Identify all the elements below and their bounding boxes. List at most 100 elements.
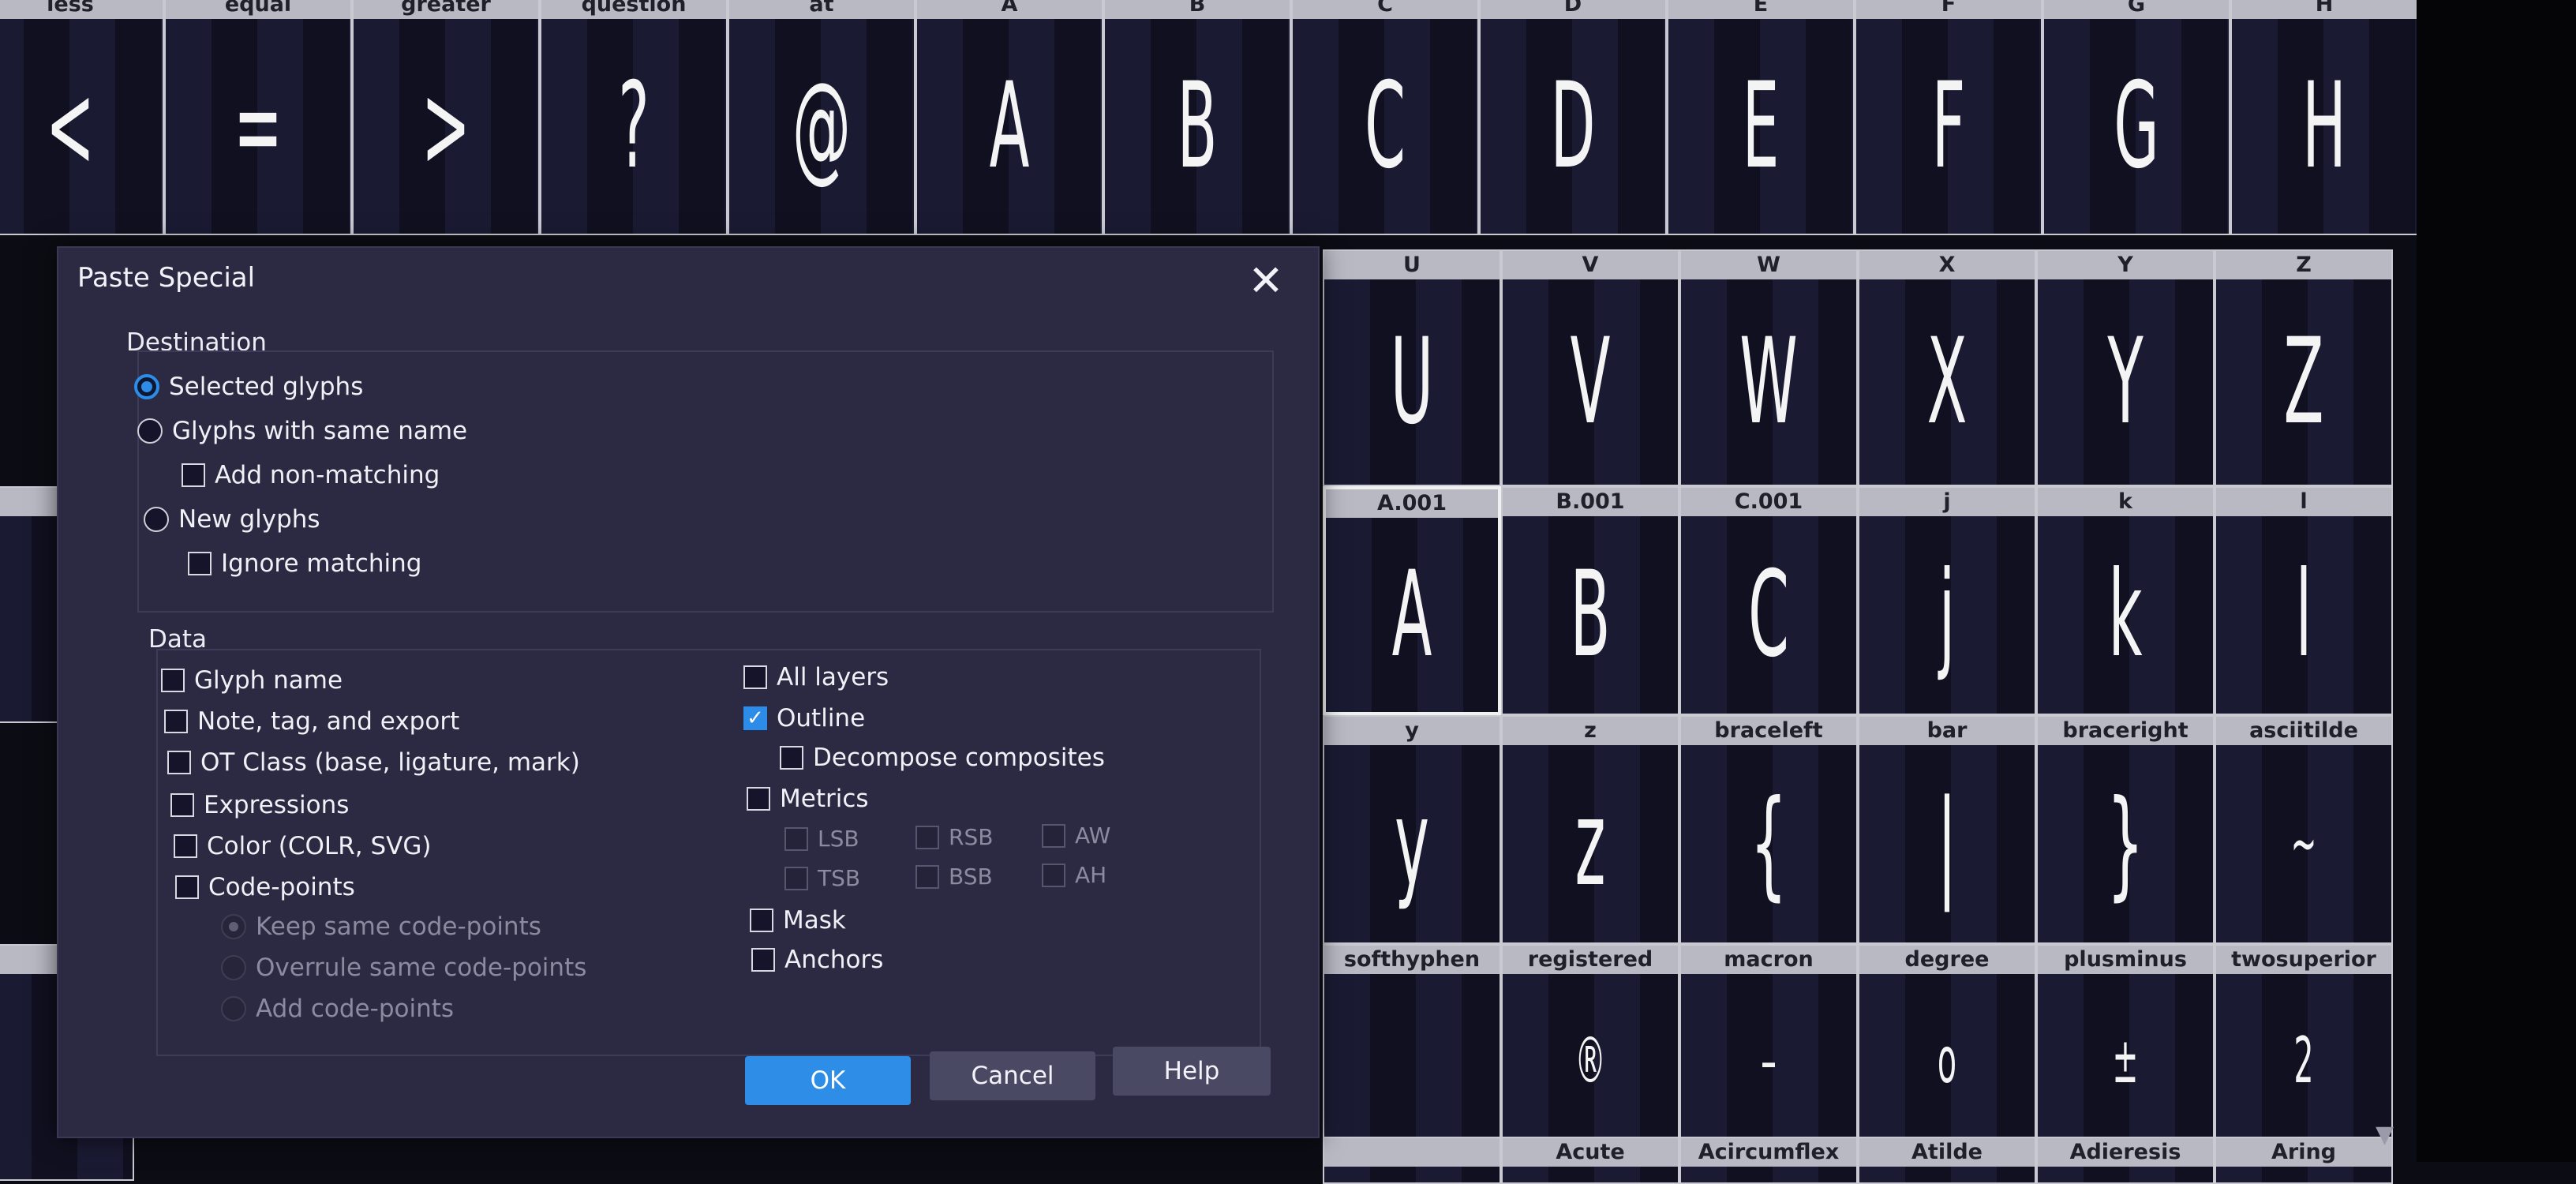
checkbox[interactable] [780,746,803,770]
glyph-cell[interactable]: CC [1291,0,1479,235]
glyph-preview: V [1570,313,1611,451]
glyph-cell[interactable]: kk [2036,486,2215,715]
checkbox[interactable] [174,834,197,858]
radio-glyphs-same-name[interactable]: Glyphs with same name [137,417,467,445]
radio-button[interactable] [144,507,169,532]
glyph-preview: B [1570,546,1611,684]
glyph-cell[interactable]: DD [1479,0,1667,235]
glyph-cell[interactable]: greater > [352,0,540,235]
glyph-cell[interactable]: yy [1323,715,1501,944]
glyph-cell[interactable]: question? [540,0,728,235]
glyph-preview: > [421,58,471,195]
glyph-cell[interactable]: Acute [1501,1137,1679,1184]
checkbox-color[interactable]: Color (COLR, SVG) [174,832,431,860]
checkbox-rsb: RSB [915,824,993,850]
checkbox[interactable] [743,665,767,689]
radio-selected-glyphs[interactable]: Selected glyphs [134,373,363,401]
checkbox[interactable] [751,948,775,972]
glyph-cell[interactable]: C.001 C [1679,486,1858,715]
glyph-cell[interactable]: equal = [164,0,352,235]
checkbox [915,825,939,849]
glyph-cell[interactable]: asciitilde ~ [2215,715,2393,944]
glyph-cell[interactable] [1323,1137,1501,1184]
checkbox-expressions[interactable]: Expressions [170,791,349,819]
glyph-cell[interactable]: WW [1679,249,1858,486]
glyph-cell[interactable]: Atilde [1858,1137,2036,1184]
glyph-cell[interactable]: Adieresis [2036,1137,2215,1184]
checkbox-decompose-composites[interactable]: Decompose composites [780,744,1105,772]
glyph-cell[interactable]: HH [2230,0,2418,235]
checkbox-mask[interactable]: Mask [750,906,846,935]
checkbox[interactable] [188,552,212,575]
glyph-preview: o [1937,1024,1957,1097]
checkbox-code-points[interactable]: Code-points [175,873,355,901]
glyph-cell[interactable]: twosuperior 2 [2215,944,2393,1149]
glyph-preview: 2 [2293,1024,2314,1097]
glyph-preview: G [2114,58,2159,195]
checkbox[interactable] [167,751,191,774]
checkbox-all-layers[interactable]: All layers [743,663,889,691]
checkbox-ignore-matching[interactable]: Ignore matching [188,549,421,578]
glyph-cell[interactable]: B.001 B [1501,486,1679,715]
checkbox[interactable] [182,463,205,487]
glyph-name-label: equal [166,0,350,19]
glyph-name-label: G [2044,0,2229,19]
radio-button[interactable] [137,418,163,444]
glyph-preview [1899,1167,1995,1182]
glyph-cell[interactable]: VV [1501,249,1679,486]
checkbox-metrics[interactable]: Metrics [747,785,869,813]
checkbox-aw: AW [1042,822,1110,849]
glyph-cell[interactable]: YY [2036,249,2215,486]
checkbox-ot-class[interactable]: OT Class (base, ligature, mark) [167,748,580,777]
glyph-cell[interactable]: less < [0,0,164,235]
checkbox-outline[interactable]: ✓ Outline [743,704,865,733]
glyph-cell[interactable]: bar | [1858,715,2036,944]
checkbox-note-tag-export[interactable]: Note, tag, and export [164,707,459,736]
radio-button [221,996,246,1021]
glyph-cell[interactable]: EE [1667,0,1855,235]
help-button[interactable]: Help [1113,1047,1271,1096]
close-icon[interactable]: ✕ [1242,257,1290,305]
radio-new-glyphs[interactable]: New glyphs [144,505,320,534]
checkbox-add-non-matching[interactable]: Add non-matching [182,461,440,489]
glyph-cell[interactable]: braceright} [2036,715,2215,944]
glyph-cell[interactable]: BB [1103,0,1291,235]
cancel-button[interactable]: Cancel [930,1051,1095,1100]
checkbox[interactable] [164,710,188,733]
ok-button[interactable]: OK [745,1056,911,1105]
glyph-cell[interactable]: macron – [1679,944,1858,1149]
glyph-name-label: registered [1503,946,1678,974]
checkbox-anchors[interactable]: Anchors [751,946,883,974]
checkbox[interactable] [750,909,773,932]
glyph-cell[interactable]: FF [1855,0,2042,235]
checkbox[interactable] [170,793,194,817]
checkbox[interactable] [161,669,185,692]
checkbox[interactable]: ✓ [743,706,767,730]
glyph-cell[interactable]: XX [1858,249,2036,486]
glyph-cell[interactable]: GG [2042,0,2230,235]
glyph-cell[interactable]: degree o [1858,944,2036,1149]
glyph-cell[interactable]: ll [2215,486,2393,715]
glyph-cell[interactable]: Aring [2215,1137,2393,1184]
glyph-cell[interactable]: zz [1501,715,1679,944]
glyph-cell[interactable]: A.001 A [1323,486,1501,715]
glyph-cell[interactable]: AA [915,0,1103,235]
glyph-cell[interactable]: softhyphen [1323,944,1501,1149]
glyph-cell[interactable]: registered ® [1501,944,1679,1149]
glyph-cell[interactable]: Acircumflex [1679,1137,1858,1184]
glyph-cell[interactable]: UU [1323,249,1501,486]
checkbox-glyph-name[interactable]: Glyph name [161,666,343,695]
glyph-cell[interactable]: braceleft { [1679,715,1858,944]
glyph-cell[interactable]: at @ [728,0,915,235]
glyph-cell[interactable]: plusminus ± [2036,944,2215,1149]
checkbox[interactable] [747,787,770,811]
glyph-name-label: E [1668,0,1853,19]
glyph-preview [2256,1167,2352,1182]
scroll-down-icon[interactable]: ▼ [2376,1121,2394,1148]
checkbox[interactable] [175,875,199,899]
radio-button[interactable] [134,374,159,399]
glyph-cell[interactable]: jj [1858,486,2036,715]
glyph-preview: < [45,58,95,195]
glyph-cell[interactable]: ZZ [2215,249,2393,486]
glyph-name-label: degree [1859,946,2035,974]
